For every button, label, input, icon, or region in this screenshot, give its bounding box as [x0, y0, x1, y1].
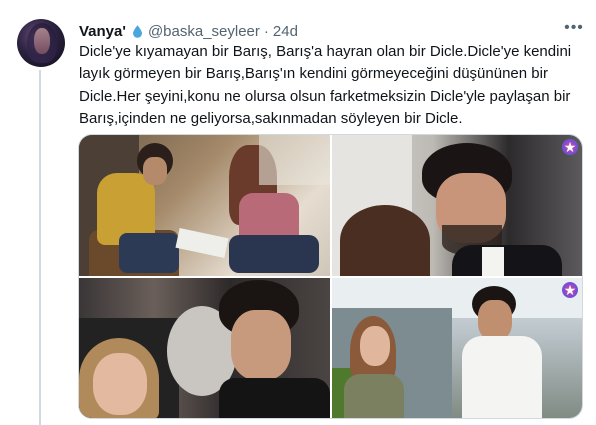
photo-woman-top — [344, 374, 404, 418]
avatar[interactable] — [17, 19, 65, 67]
photo-woman-jeans — [229, 235, 319, 273]
media-photo-4[interactable]: ★ — [332, 278, 582, 418]
thread-line — [39, 70, 41, 425]
media-photo-3[interactable] — [79, 278, 330, 418]
user-handle[interactable]: @baska_seyleer — [148, 23, 260, 40]
star-logo-icon: ★ — [562, 139, 578, 155]
photo-man-shirt — [482, 247, 504, 276]
water-drop-icon — [132, 24, 142, 38]
photo-man-jacket — [219, 378, 330, 418]
tweet[interactable]: Vanya' @baska_seyleer · 24d ••• Dicle'ye… — [0, 0, 596, 425]
photo-paper — [175, 228, 229, 258]
photo-woman-head — [340, 205, 430, 276]
photo-window — [259, 135, 330, 185]
photo-man-face — [478, 300, 512, 340]
separator-dot: · — [263, 22, 269, 40]
photo-man-tux — [452, 245, 562, 276]
star-logo-icon: ★ — [562, 282, 578, 298]
media-grid: ★ ★ — [78, 134, 583, 419]
ellipsis-icon[interactable]: ••• — [563, 20, 585, 41]
photo-man-face — [231, 310, 291, 380]
tweet-text: Dicle'ye kıyamayan bir Barış, Barış'a ha… — [79, 43, 572, 128]
media-photo-1[interactable] — [79, 135, 330, 276]
avatar-face — [34, 28, 50, 54]
display-name[interactable]: Vanya' — [79, 23, 126, 40]
photo-woman-face — [93, 353, 147, 415]
media-photo-2[interactable]: ★ — [332, 135, 582, 276]
photo-woman-face — [360, 326, 390, 366]
photo-man-face — [143, 157, 167, 185]
photo-man-shirt — [462, 336, 542, 418]
tweet-header: Vanya' @baska_seyleer · 24d — [79, 21, 298, 41]
tweet-time[interactable]: 24d — [273, 23, 298, 40]
photo-man-jeans — [119, 233, 179, 273]
